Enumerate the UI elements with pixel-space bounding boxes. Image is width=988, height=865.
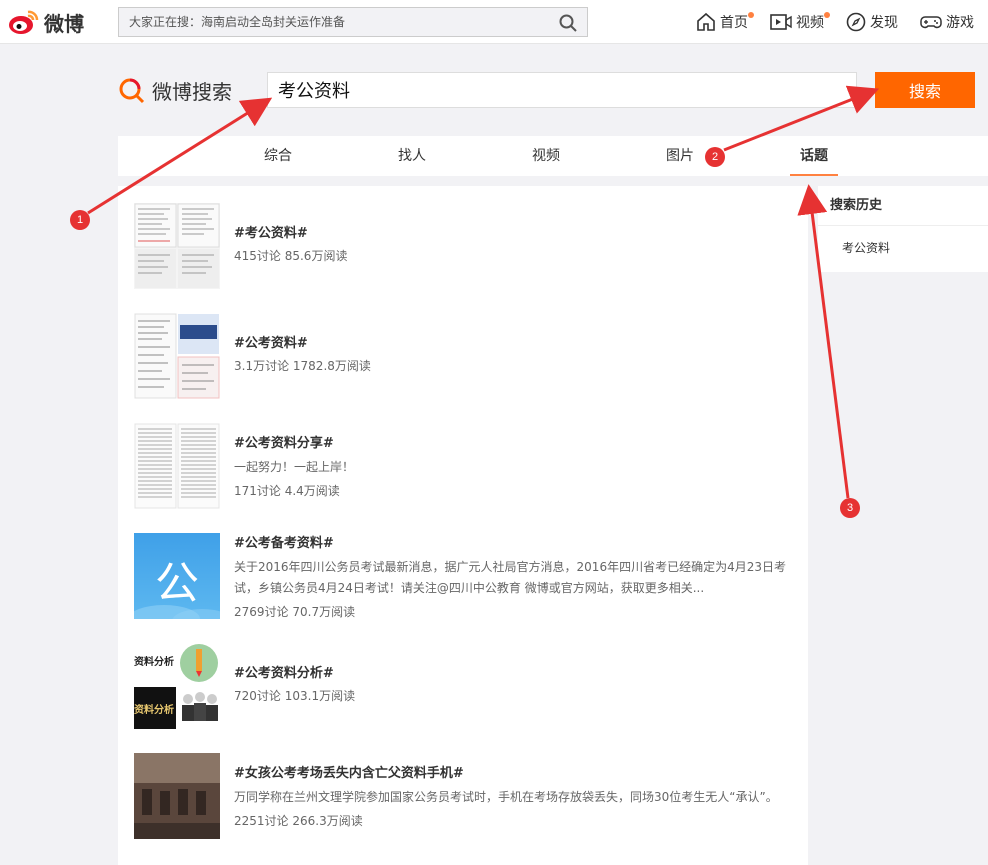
weibo-eye-icon: [9, 10, 39, 34]
topic-result-item[interactable]: 公 #公考备考资料# 关于2016年四川公务员考试最新消息，据广元人社局官方消息…: [134, 533, 794, 619]
topic-thumbnail-char: 公: [155, 558, 199, 609]
nav-home-notification-dot: [748, 12, 754, 18]
topic-thumbnail[interactable]: [134, 313, 220, 399]
topic-result-item[interactable]: #公考资料# 3.1万讨论 1782.8万阅读: [134, 313, 794, 399]
weibo-search-magnifier-icon: [119, 78, 145, 103]
main-search-input[interactable]: [268, 73, 856, 107]
top-search-box[interactable]: [118, 7, 588, 37]
topic-stats: 415讨论 85.6万阅读: [234, 249, 348, 263]
topic-title[interactable]: #女孩公考考场丢失内含亡父资料手机#: [234, 765, 794, 783]
annotation-badge-3: 3: [840, 498, 860, 518]
topic-description: 一起努力！一起上岸！: [234, 460, 355, 474]
video-icon: [770, 14, 792, 30]
annotation-badge-1: 1: [70, 210, 90, 230]
topic-description: 万同学称在兰州文理学院参加国家公务员考试时，手机在考场存放袋丢失，同场30位考生…: [234, 790, 778, 804]
topic-result-item[interactable]: #公考资料分享# 一起努力！一起上岸！ 171讨论 4.4万阅读: [134, 423, 794, 509]
nav-games[interactable]: 游戏: [920, 10, 974, 34]
search-button[interactable]: 搜索: [875, 72, 975, 108]
topic-thumbnail-label: 资料分析: [134, 705, 174, 716]
nav-video-notification-dot: [824, 12, 830, 18]
annotation-badge-2: 2: [705, 147, 725, 167]
topic-title[interactable]: #公考备考资料#: [234, 535, 794, 553]
weibo-logo-text: 微博: [44, 11, 84, 36]
topic-stats: 3.1万讨论 1782.8万阅读: [234, 359, 371, 373]
nav-games-label: 游戏: [946, 15, 974, 31]
nav-home-label: 首页: [720, 15, 748, 31]
topic-description: 关于2016年四川公务员考试最新消息，据广元人社局官方消息，2016年四川省考已…: [234, 560, 786, 595]
topic-result-item[interactable]: #女孩公考考场丢失内含亡父资料手机# 万同学称在兰州文理学院参加国家公务员考试时…: [134, 753, 794, 839]
main-search-box[interactable]: [267, 72, 857, 108]
top-search-input[interactable]: [119, 8, 549, 36]
topic-result-item[interactable]: #考公资料# 415讨论 85.6万阅读: [134, 203, 794, 289]
top-navigation-bar: 微博 首页 视频: [0, 0, 988, 44]
search-history-title: 搜索历史: [818, 186, 988, 226]
topic-stats: 171讨论 4.4万阅读: [234, 484, 340, 498]
topic-stats: 2769讨论 70.7万阅读: [234, 605, 356, 619]
nav-home[interactable]: 首页: [696, 10, 754, 34]
search-icon[interactable]: [559, 14, 577, 32]
weibo-search-logo-text: 微博搜索: [152, 80, 232, 104]
nav-discover-label: 发现: [870, 15, 898, 31]
topic-stats: 2251讨论 266.3万阅读: [234, 814, 363, 828]
topic-thumbnail[interactable]: [134, 423, 220, 509]
home-icon: [697, 12, 715, 31]
tab-topics[interactable]: 话题: [790, 136, 838, 176]
nav-video-label: 视频: [796, 15, 824, 31]
weibo-logo[interactable]: 微博: [8, 6, 90, 38]
gamepad-icon: [920, 16, 942, 29]
tab-images[interactable]: 图片: [650, 136, 710, 176]
tab-general[interactable]: 综合: [248, 136, 308, 176]
top-nav-items: 首页 视频 发现 游戏: [696, 10, 974, 34]
topic-results-list: #考公资料# 415讨论 85.6万阅读 #公考资料# 3.1万讨论 1782.…: [118, 186, 808, 865]
topic-title[interactable]: #公考资料分析#: [234, 665, 794, 683]
tab-video[interactable]: 视频: [516, 136, 576, 176]
tab-people[interactable]: 找人: [382, 136, 442, 176]
topic-title[interactable]: #公考资料#: [234, 335, 794, 353]
topic-thumbnail[interactable]: [134, 203, 220, 289]
topic-title[interactable]: #公考资料分享#: [234, 435, 794, 453]
topic-result-item[interactable]: 资料分析 资料分析 #公考资料分析# 720讨论 103.1万阅读: [134, 643, 794, 729]
search-history-panel: 搜索历史 考公资料: [818, 186, 988, 272]
topic-stats: 720讨论 103.1万阅读: [234, 689, 356, 703]
compass-icon: [846, 12, 866, 32]
topic-thumbnail[interactable]: 公: [134, 533, 220, 619]
weibo-search-logo[interactable]: 微博搜索: [118, 76, 232, 105]
topic-title[interactable]: #考公资料#: [234, 225, 794, 243]
nav-video[interactable]: 视频: [770, 10, 830, 34]
topic-thumbnail[interactable]: 资料分析 资料分析: [134, 643, 220, 729]
search-history-item[interactable]: 考公资料: [818, 226, 988, 270]
search-type-tabs: 综合 找人 视频 图片 话题: [118, 136, 988, 176]
topic-thumbnail[interactable]: [134, 753, 220, 839]
nav-discover[interactable]: 发现: [846, 10, 898, 34]
